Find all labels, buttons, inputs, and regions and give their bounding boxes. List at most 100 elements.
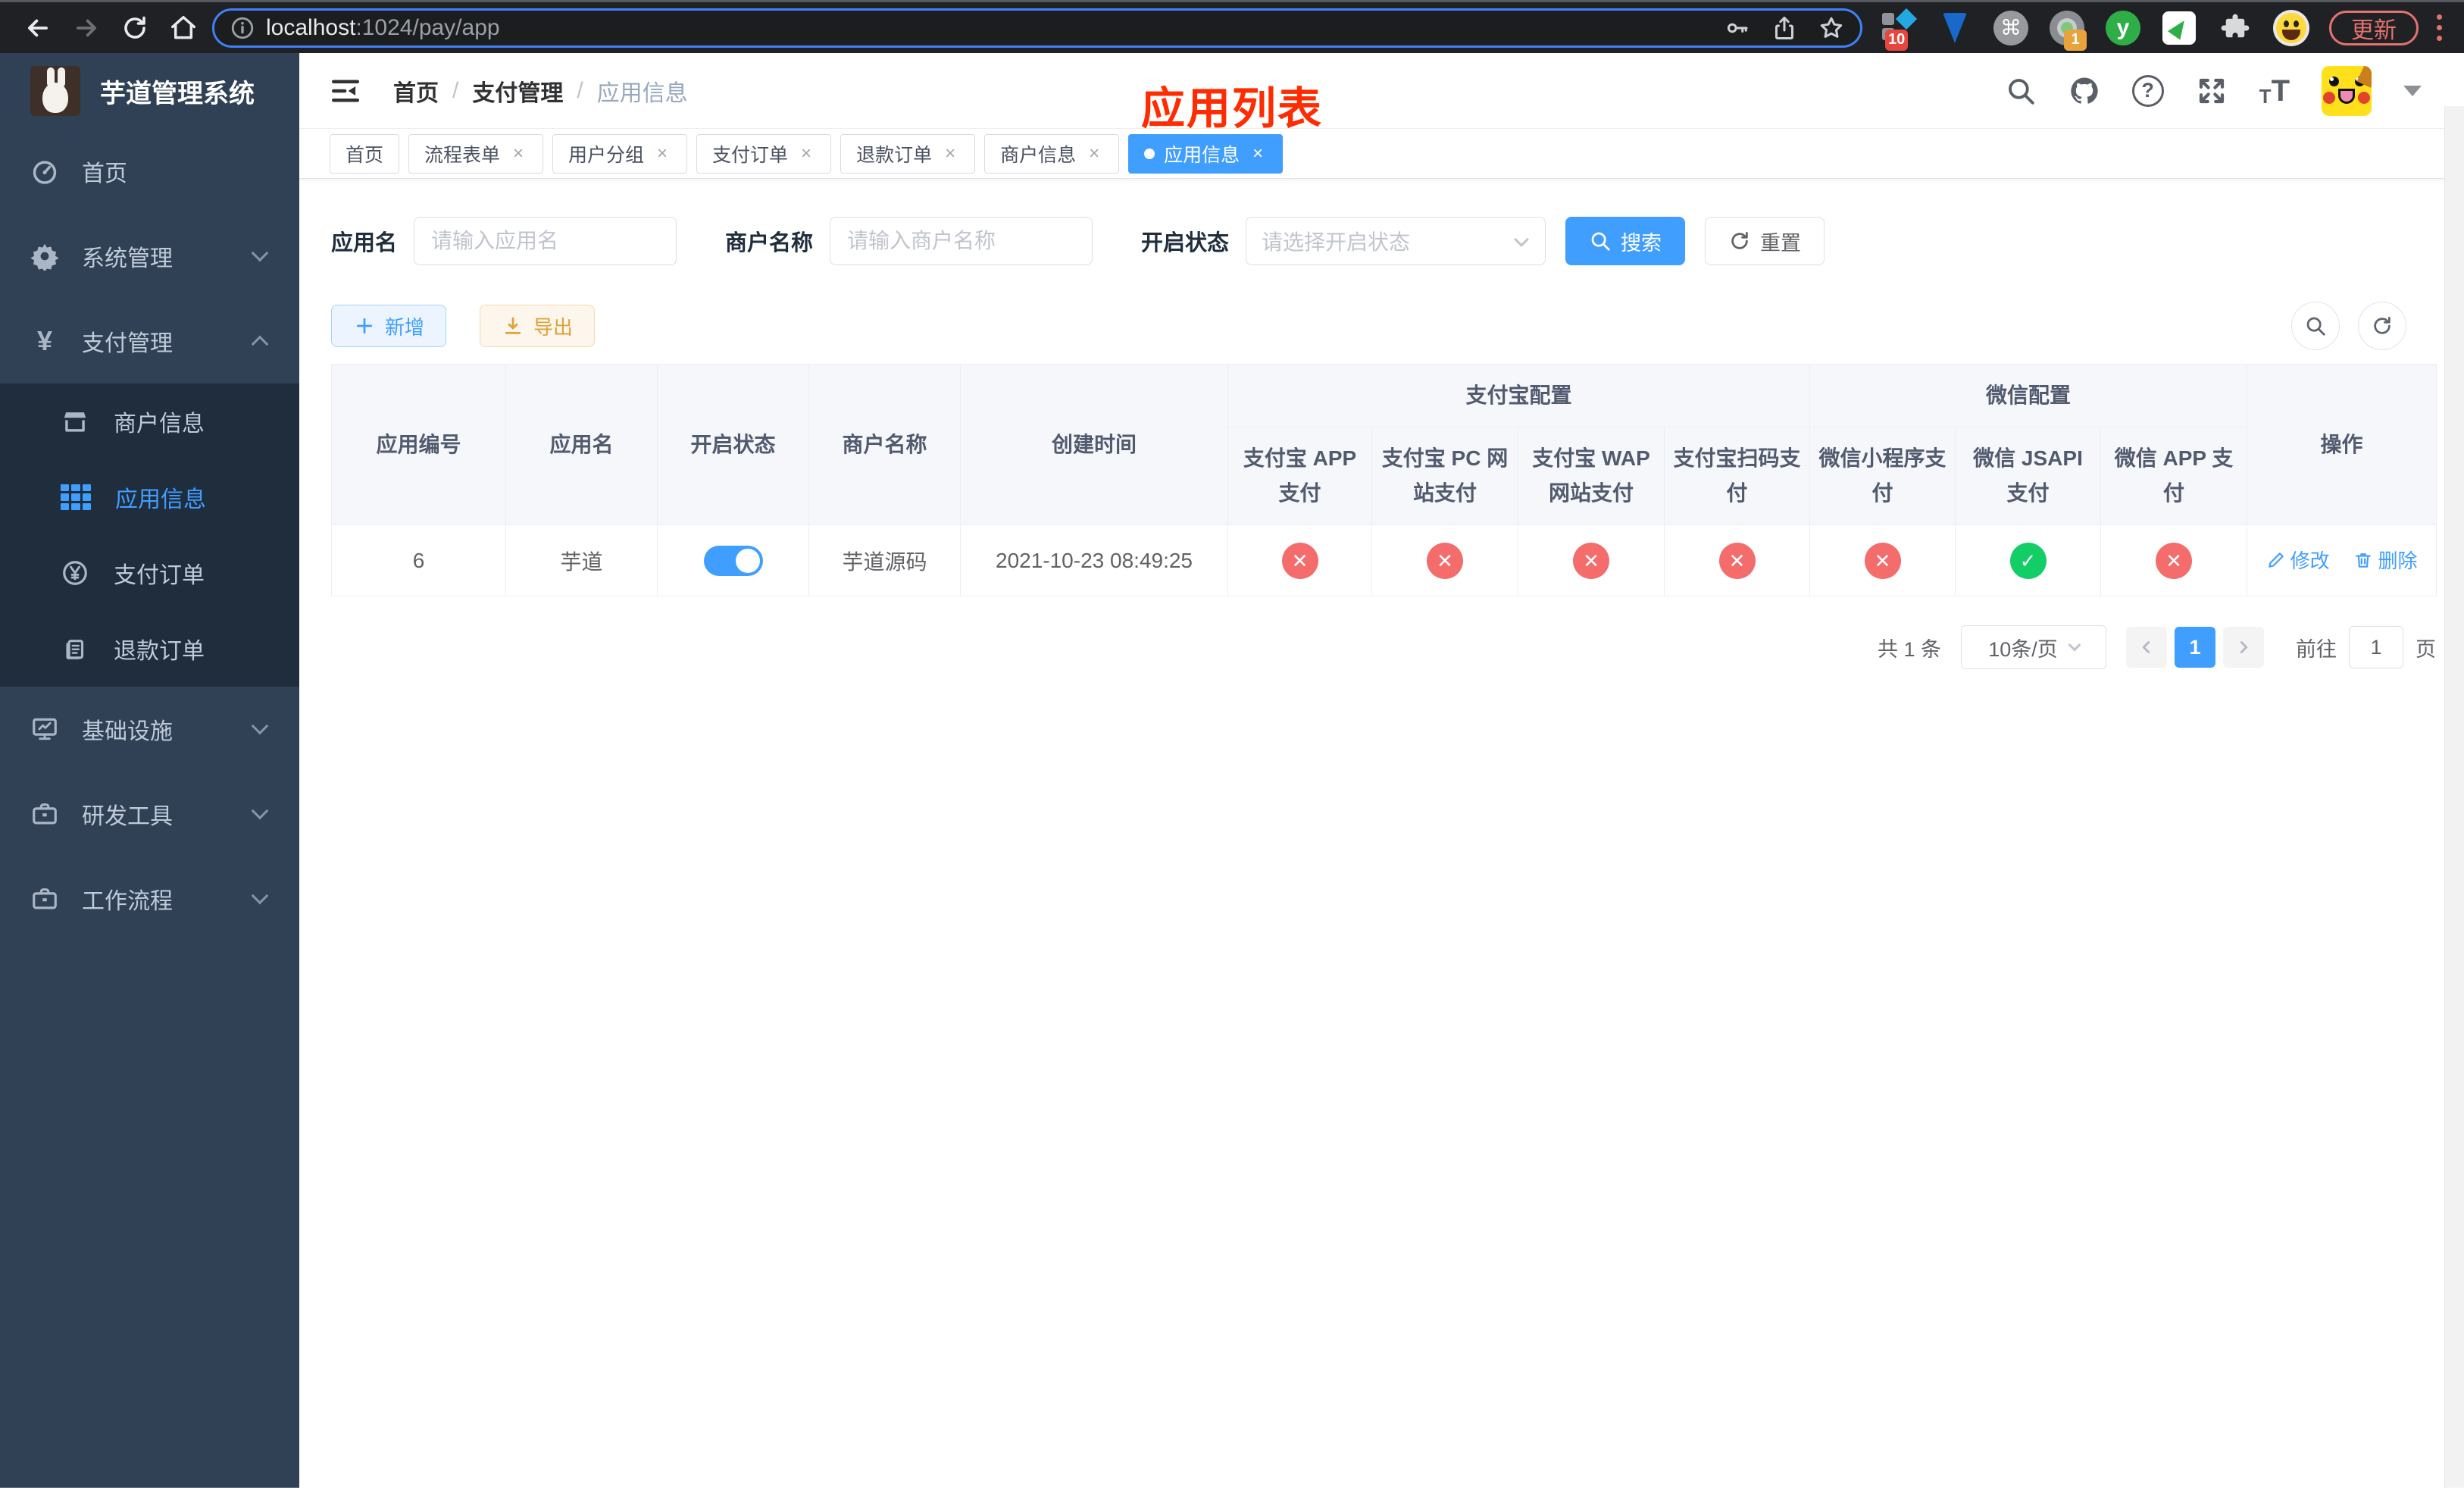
extension-icon-1[interactable]: 10 <box>1881 8 1918 51</box>
extension-icon-5[interactable]: y <box>2105 10 2141 46</box>
status-badge-alipay-scan <box>1718 542 1756 579</box>
tab-app-info[interactable]: 应用信息 × <box>1128 133 1284 174</box>
page-number-1[interactable]: 1 <box>2175 627 2215 668</box>
edit-icon <box>2266 550 2286 570</box>
yen-circle-icon <box>61 559 89 587</box>
address-bar[interactable]: localhost:1024/pay/app <box>212 8 1862 48</box>
delete-link[interactable]: 删除 <box>2353 546 2417 574</box>
extensions-puzzle-icon[interactable] <box>2217 10 2253 46</box>
sidebar-item-infrastructure[interactable]: 基础设施 <box>0 687 299 772</box>
close-icon[interactable]: × <box>653 143 671 164</box>
refresh-icon <box>2371 315 2394 337</box>
tab-merchant-info[interactable]: 商户信息 × <box>984 133 1120 174</box>
tab-refund-orders[interactable]: 退款订单 × <box>840 133 976 174</box>
status-toggle[interactable] <box>703 545 763 576</box>
tab-process-form[interactable]: 流程表单 × <box>408 133 544 174</box>
merchant-name-input[interactable] <box>830 217 1093 265</box>
extension-icon-4[interactable]: 1 <box>2049 10 2087 51</box>
browser-back-button[interactable] <box>21 11 55 45</box>
add-button[interactable]: 新增 <box>331 305 447 347</box>
col-header-wechat-lite: 微信小程序支付 <box>1809 427 1956 525</box>
payment-submenu: 商户信息 应用信息 支付订单 退款订单 <box>0 383 299 687</box>
download-icon <box>502 315 524 337</box>
navbar-actions: ? TT <box>2005 65 2422 116</box>
site-info-icon[interactable] <box>230 15 255 41</box>
chevron-down-icon <box>1514 232 1529 247</box>
toggle-search-button[interactable] <box>2291 302 2340 350</box>
tab-home[interactable]: 首页 <box>330 133 400 174</box>
share-icon[interactable] <box>1771 14 1798 42</box>
cell-created: 2021-10-23 08:49:25 <box>960 524 1228 596</box>
close-icon[interactable]: × <box>509 143 527 164</box>
app-logo-row: 芋道管理系统 <box>0 53 299 129</box>
breadcrumb-payment[interactable]: 支付管理 <box>472 74 563 108</box>
cell-merchant: 芋道源码 <box>808 524 961 596</box>
browser-home-button[interactable] <box>167 11 200 45</box>
status-select[interactable]: 请选择开启状态 <box>1246 217 1546 265</box>
col-header-status: 开启状态 <box>657 364 809 525</box>
col-header-alipay-scan: 支付宝扫码支付 <box>1663 427 1811 525</box>
prev-page-button[interactable] <box>2126 627 2167 668</box>
help-icon[interactable]: ? <box>2131 74 2164 107</box>
sidebar-collapse-icon[interactable] <box>330 75 361 107</box>
close-icon[interactable]: × <box>1085 143 1103 164</box>
scrollbar-track[interactable] <box>2444 106 2464 1488</box>
refresh-table-button[interactable] <box>2358 302 2406 350</box>
breadcrumb-separator: / <box>577 77 583 103</box>
chevron-down-icon <box>251 244 269 262</box>
monitor-icon <box>30 715 59 743</box>
bookmark-star-icon[interactable] <box>1818 14 1845 42</box>
extension-icon-2[interactable] <box>1937 10 1973 46</box>
trash-icon <box>2353 550 2373 570</box>
browser-menu-icon[interactable] <box>2434 14 2444 41</box>
status-badge-wechat-jsapi <box>2009 542 2047 579</box>
reset-button[interactable]: 重置 <box>1705 217 1825 265</box>
tab-user-group[interactable]: 用户分组 × <box>552 133 688 174</box>
fullscreen-icon[interactable] <box>2196 75 2228 107</box>
next-page-button[interactable] <box>2223 627 2264 668</box>
sidebar-item-payment[interactable]: ¥ 支付管理 <box>0 299 299 383</box>
sidebar-item-home[interactable]: 首页 <box>0 129 299 214</box>
app-name-input[interactable] <box>414 217 677 265</box>
extension-badge: 1 <box>2064 29 2087 51</box>
user-avatar[interactable] <box>2322 65 2372 116</box>
search-icon[interactable] <box>2005 75 2037 107</box>
export-button[interactable]: 导出 <box>480 305 596 347</box>
sidebar-item-refund-orders[interactable]: 退款订单 <box>0 611 299 687</box>
extension-icon-3[interactable]: ⌘ <box>1993 10 2029 46</box>
status-badge-alipay-app <box>1281 542 1318 579</box>
close-icon[interactable]: × <box>797 143 815 164</box>
sidebar-item-app-info[interactable]: 应用信息 <box>0 459 299 535</box>
extension-icon-6[interactable] <box>2161 10 2197 46</box>
sidebar-item-workflow[interactable]: 工作流程 <box>0 856 299 941</box>
dashboard-icon <box>30 157 59 186</box>
active-tab-dot <box>1144 148 1155 159</box>
chevron-left-icon <box>2137 637 2156 657</box>
breadcrumb-home[interactable]: 首页 <box>393 74 439 108</box>
app-logo <box>30 66 80 116</box>
search-button[interactable]: 搜索 <box>1565 217 1686 265</box>
browser-profile-avatar[interactable] <box>2273 9 2309 46</box>
browser-forward-button[interactable] <box>70 11 103 45</box>
close-icon[interactable]: × <box>1249 143 1267 164</box>
sidebar-item-merchant-info[interactable]: 商户信息 <box>0 383 299 459</box>
close-icon[interactable]: × <box>941 143 959 164</box>
table-row: 6 芋道 芋道源码 2021-10-23 08:49:25 修改 <box>331 524 2437 596</box>
edit-link[interactable]: 修改 <box>2266 546 2330 574</box>
goto-page-input[interactable] <box>2349 626 2403 668</box>
sidebar-item-payment-orders[interactable]: 支付订单 <box>0 535 299 611</box>
browser-reload-button[interactable] <box>118 11 152 45</box>
col-header-alipay-app: 支付宝 APP 支付 <box>1227 427 1372 525</box>
tab-payment-orders[interactable]: 支付订单 × <box>696 133 832 174</box>
browser-update-button[interactable]: 更新 <box>2329 10 2419 45</box>
breadcrumb-current: 应用信息 <box>596 80 688 106</box>
page-size-select[interactable]: 10条/页 <box>1961 625 2106 669</box>
github-icon[interactable] <box>2068 75 2100 107</box>
password-key-icon[interactable] <box>1724 14 1751 42</box>
extension-badge: 10 <box>1885 29 1909 51</box>
sidebar-item-dev-tools[interactable]: 研发工具 <box>0 772 299 856</box>
cell-app-name: 芋道 <box>505 524 658 596</box>
font-size-icon[interactable]: TT <box>2259 76 2290 106</box>
avatar-dropdown-caret[interactable] <box>2403 85 2422 96</box>
sidebar-item-system[interactable]: 系统管理 <box>0 214 299 299</box>
